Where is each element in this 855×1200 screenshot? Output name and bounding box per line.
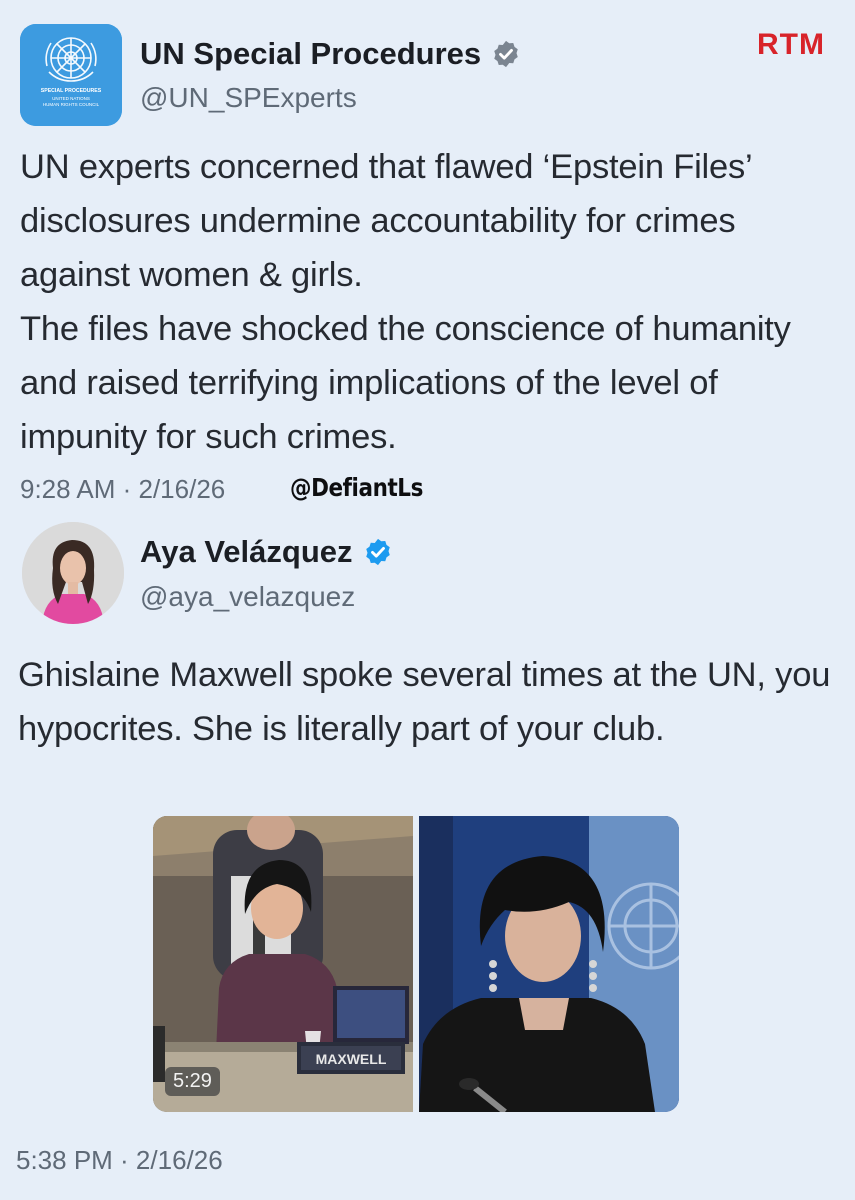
verified-badge-gray-icon [494,40,518,68]
watermark-handle: @DefiantLs [290,473,423,502]
avatar-caption-2: UNITED NATIONS [52,96,90,101]
video-thumbnail[interactable]: MAXWELL 5:29 [153,816,413,1112]
photo-portrait[interactable] [419,816,679,1112]
tweet2-text: Ghislaine Maxwell spoke several times at… [18,656,831,748]
video-duration: 5:29 [165,1067,220,1096]
tweet1-timestamp[interactable]: 9:28 AM · 2/16/26 [20,474,225,505]
tweet2-media[interactable]: MAXWELL 5:29 [153,816,679,1112]
tweet2-author-handle[interactable]: @aya_velazquez [140,581,355,613]
verified-badge-blue-icon [365,538,390,566]
tweet2-author-name-row[interactable]: Aya Velázquez [140,534,393,570]
tweet1-author-handle[interactable]: @UN_SPExperts [140,82,357,114]
tweet1-paragraph-1: UN experts concerned that flawed ‘Epstei… [20,148,752,294]
tweet1-author-name[interactable]: UN Special Procedures [140,36,481,72]
rtm-logo: RTM [757,28,825,61]
avatar-caption-3: HUMAN RIGHTS COUNCIL [43,102,100,107]
un-avatar[interactable]: SPECIAL PROCEDURES UNITED NATIONS HUMAN … [20,24,122,126]
nameplate-label: MAXWELL [316,1051,387,1067]
tweet1-text: UN experts concerned that flawed ‘Epstei… [20,140,845,464]
tweet2-timestamp[interactable]: 5:38 PM · 2/16/26 [16,1145,223,1176]
aya-avatar[interactable] [22,522,124,624]
avatar-caption-1: SPECIAL PROCEDURES [41,88,102,94]
tweet1-author-name-row[interactable]: UN Special Procedures [140,36,521,72]
tweet1-paragraph-2: The files have shocked the conscience of… [20,310,791,456]
tweet2-author-name[interactable]: Aya Velázquez [140,534,353,570]
